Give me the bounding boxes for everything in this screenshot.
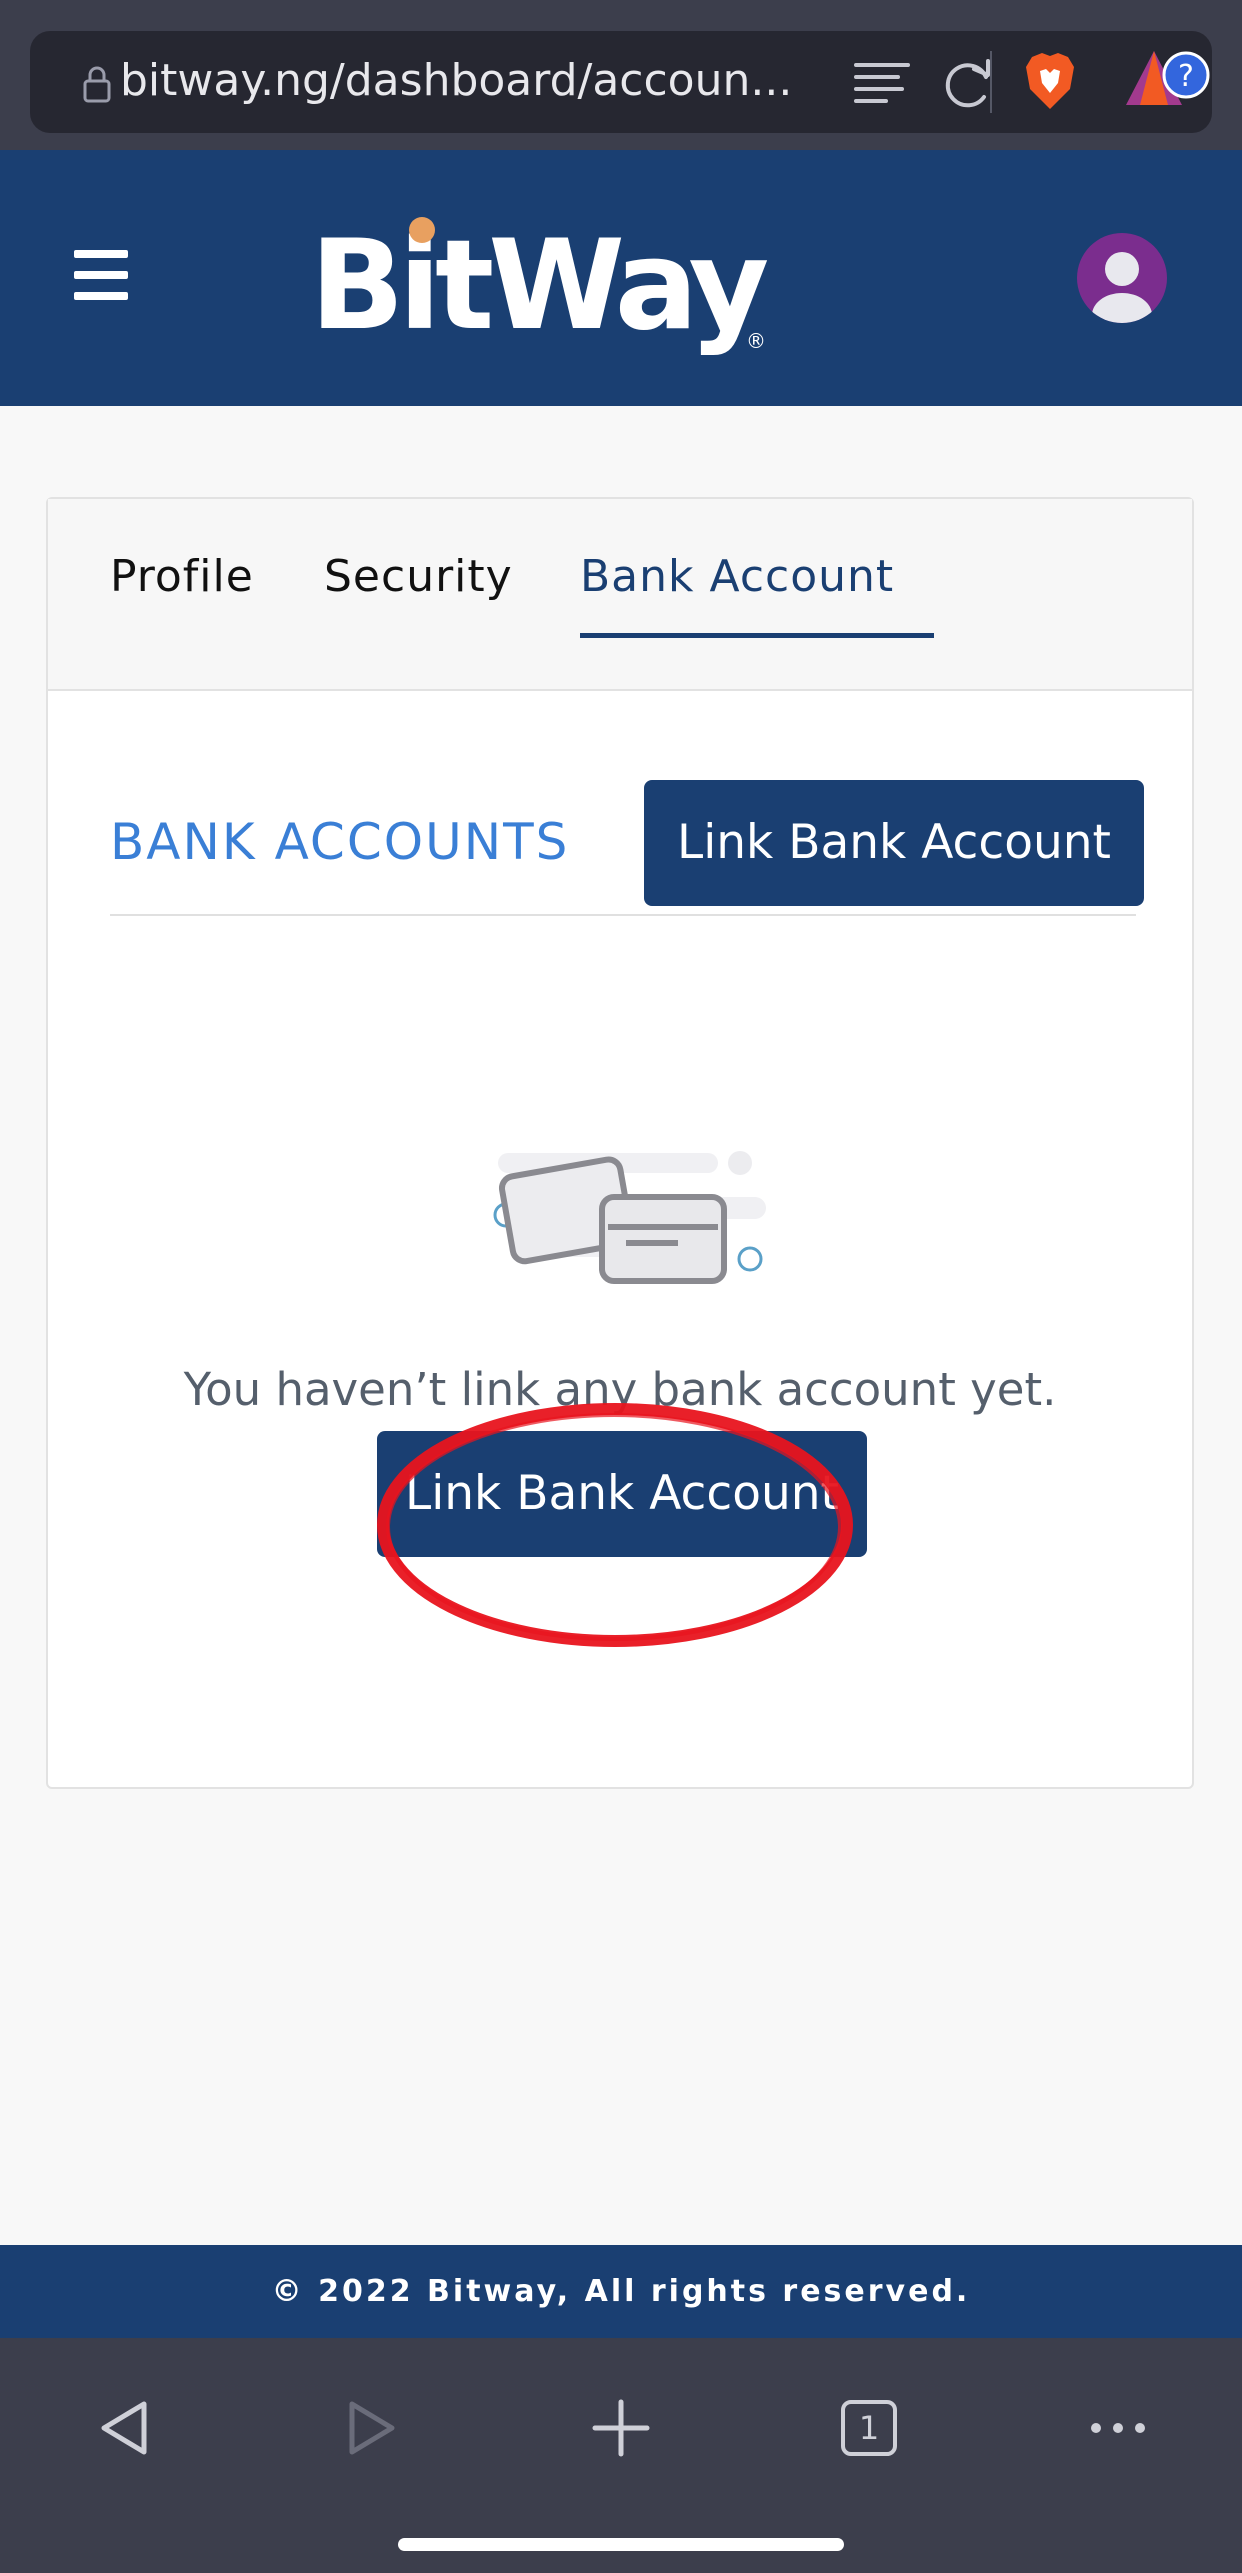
plus-icon bbox=[592, 2399, 650, 2457]
tab-count: 1 bbox=[858, 2409, 880, 2447]
user-avatar-icon[interactable] bbox=[1077, 233, 1167, 323]
url-text[interactable]: bitway.ng/dashboard/accoun... bbox=[120, 51, 820, 111]
forward-button[interactable] bbox=[322, 2378, 422, 2478]
bitway-logo[interactable]: BitWay ® bbox=[310, 208, 774, 362]
forward-arrow-icon bbox=[349, 2401, 395, 2455]
logo-text: BitWay bbox=[310, 214, 768, 358]
tab-bank-account[interactable]: Bank Account bbox=[580, 547, 894, 607]
reload-icon[interactable] bbox=[940, 53, 996, 117]
address-bar-divider bbox=[990, 51, 992, 113]
tab-security[interactable]: Security bbox=[324, 547, 513, 607]
brave-shields-icon[interactable] bbox=[1022, 49, 1078, 117]
new-tab-button[interactable] bbox=[571, 2378, 671, 2478]
tab-profile[interactable]: Profile bbox=[110, 547, 254, 607]
copyright-text: © 2022 Bitway, All rights reserved. bbox=[271, 2274, 971, 2309]
back-arrow-icon bbox=[101, 2401, 147, 2455]
reader-mode-icon[interactable] bbox=[852, 55, 912, 115]
browser-bottom-toolbar: 1 bbox=[0, 2338, 1242, 2573]
back-button[interactable] bbox=[74, 2378, 174, 2478]
more-menu-button[interactable] bbox=[1068, 2378, 1168, 2478]
settings-tabs: Profile Security Bank Account bbox=[48, 499, 1192, 691]
bank-accounts-heading: BANK ACCOUNTS bbox=[110, 813, 570, 871]
hamburger-icon[interactable] bbox=[74, 250, 128, 304]
annotation-circle bbox=[370, 1395, 860, 1659]
active-tab-indicator bbox=[580, 633, 934, 638]
browser-top-bar: bitway.ng/dashboard/accoun... ? bbox=[0, 0, 1242, 150]
svg-text:®: ® bbox=[746, 329, 766, 353]
link-bank-account-button[interactable]: Link Bank Account bbox=[644, 780, 1144, 906]
lock-icon bbox=[82, 65, 112, 107]
home-indicator bbox=[398, 2538, 844, 2551]
more-icon bbox=[1091, 2423, 1145, 2433]
section-divider bbox=[110, 914, 1136, 916]
tabs-button[interactable]: 1 bbox=[819, 2378, 919, 2478]
brave-rewards-icon[interactable]: ? bbox=[1120, 45, 1210, 119]
address-bar[interactable]: bitway.ng/dashboard/accoun... ? bbox=[30, 31, 1212, 133]
credit-card-icon bbox=[478, 1139, 768, 1293]
site-header: BitWay ® bbox=[0, 150, 1242, 406]
svg-text:?: ? bbox=[1178, 59, 1194, 94]
site-footer: © 2022 Bitway, All rights reserved. bbox=[0, 2245, 1242, 2338]
